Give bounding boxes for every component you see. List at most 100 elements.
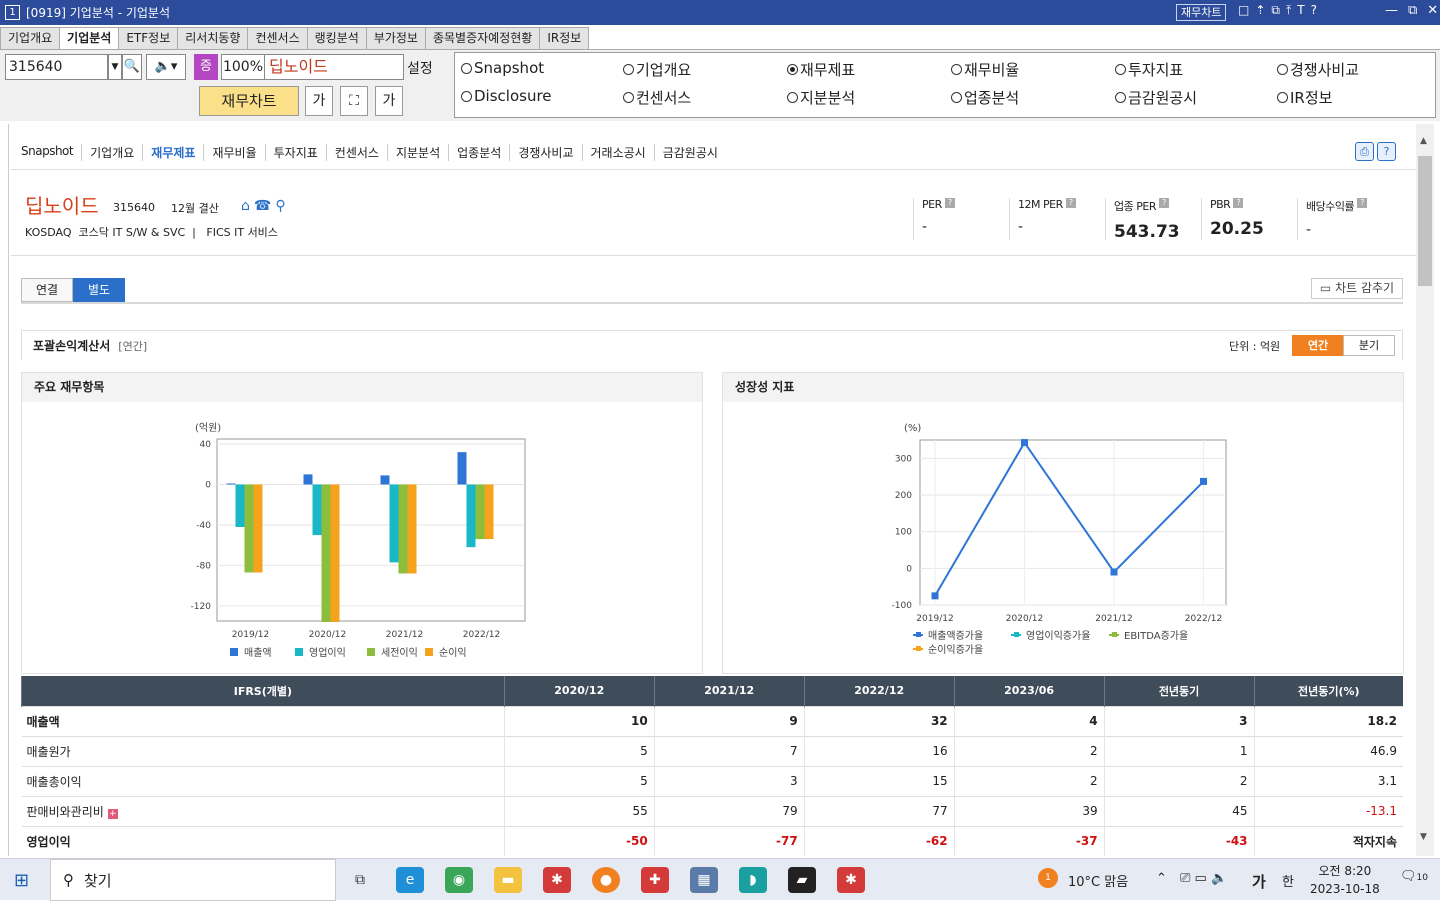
table-row[interactable]: 매출총이익 5 3 15 2 2 3.1 — [21, 765, 1403, 796]
windows-start-icon[interactable]: ⊞ — [14, 870, 29, 891]
app-icon[interactable]: ◗ — [739, 867, 767, 893]
app-icon[interactable]: ✚ — [641, 867, 669, 893]
tab-etf[interactable]: ETF정보 — [118, 27, 179, 49]
zoom-badge[interactable]: 증 — [194, 54, 218, 80]
radio-0[interactable]: Snapshot — [461, 59, 544, 77]
dock-icon[interactable]: □ — [1238, 3, 1249, 18]
help-icon[interactable]: ? — [1357, 198, 1368, 208]
chrome-icon[interactable]: ◉ — [445, 867, 473, 893]
kakao-icon[interactable]: ● — [592, 867, 620, 893]
sticky-notes-icon[interactable]: ▰ — [788, 867, 816, 893]
tab-company-overview[interactable]: 기업개요 — [0, 27, 61, 49]
tab-capital-increase[interactable]: 종목별증자예정현황 — [424, 27, 541, 49]
radio-4[interactable]: 투자지표 — [1115, 59, 1183, 80]
radio-6[interactable]: Disclosure — [461, 87, 552, 105]
scroll-thumb[interactable] — [1418, 156, 1432, 286]
home-icon[interactable]: ⌂ — [241, 198, 250, 214]
radio-8[interactable]: 지분분석 — [787, 87, 855, 108]
tray-arrow-icon[interactable]: ⌃ — [1156, 871, 1167, 886]
hide-chart-button[interactable]: ▭ 차트 감추기 — [1311, 278, 1403, 299]
weather-icon[interactable]: 1 — [1038, 868, 1058, 888]
zoom-level[interactable]: 100% — [221, 54, 265, 80]
help-icon[interactable]: ? — [1311, 3, 1317, 18]
subnav-item[interactable]: 컨센서스 — [327, 144, 388, 161]
minimize-icon[interactable]: — — [1385, 3, 1398, 18]
speaker-icon[interactable]: 🔈▾ — [146, 54, 186, 80]
table-row[interactable]: 영업이익 -50 -77 -62 -37 -43 적자지속 — [21, 825, 1403, 856]
hts-app-icon[interactable]: ✱ — [543, 867, 571, 893]
radio-10[interactable]: 금감원공시 — [1115, 87, 1197, 108]
tile-icon[interactable]: ⧉ — [1271, 3, 1280, 18]
subnav-item[interactable]: 재무비율 — [204, 144, 266, 161]
radio-3[interactable]: 재무비율 — [951, 59, 1019, 80]
language-indicator[interactable]: 한 — [1282, 871, 1294, 890]
radio-9[interactable]: 업종분석 — [951, 87, 1019, 108]
subnav-item[interactable]: 경쟁사비교 — [510, 144, 583, 161]
taskbar-search[interactable]: ⚲ 찾기 — [50, 859, 336, 901]
subnav-item[interactable]: 거래소공시 — [583, 144, 655, 161]
table-row[interactable]: 판매비와관리비 +55 79 77 39 45 -13.1 — [21, 795, 1403, 826]
scrollbar[interactable]: ▲ ▼ — [1416, 124, 1434, 856]
pin-icon[interactable]: ⇡ — [1255, 3, 1265, 18]
subnav-item[interactable]: Snapshot — [19, 144, 83, 161]
help-icon[interactable]: ? — [1158, 198, 1169, 208]
tab-ir[interactable]: IR정보 — [539, 27, 590, 49]
scroll-down-icon[interactable]: ▼ — [1420, 832, 1427, 842]
help-icon[interactable]: ? — [1377, 142, 1396, 161]
stock-code-input[interactable]: 315640 — [5, 54, 108, 80]
weather-text[interactable]: 10°C 맑음 — [1068, 871, 1128, 890]
search-icon[interactable]: 🔍 — [122, 54, 142, 80]
calculator-icon[interactable]: ▦ — [690, 867, 718, 893]
help-icon[interactable]: ? — [1233, 198, 1244, 208]
expand-icon[interactable]: + — [107, 808, 118, 819]
subnav-item[interactable]: 지분분석 — [388, 144, 450, 161]
financial-chart-badge[interactable]: 재무차트 — [1176, 4, 1227, 21]
font-size-up-button[interactable]: 가 — [375, 86, 403, 116]
hts-active-icon[interactable]: ✱ — [837, 867, 865, 893]
subnav-item[interactable]: 업종분석 — [449, 144, 511, 161]
financial-chart-button[interactable]: 재무차트 — [199, 86, 299, 116]
tab-research[interactable]: 리서치동향 — [177, 27, 249, 49]
subnav-item[interactable]: 기업개요 — [82, 144, 144, 161]
radio-2[interactable]: 재무제표 — [787, 59, 855, 80]
settings-button[interactable]: 설정 — [407, 58, 433, 78]
font-size-button[interactable]: 가 — [305, 86, 333, 116]
code-dropdown-icon[interactable]: ▼ — [108, 54, 122, 80]
clock[interactable]: 오전 8:20 2023-10-18 — [1310, 862, 1380, 898]
notification-icon[interactable]: 🗨10 — [1400, 869, 1428, 884]
stock-name-field[interactable]: 딥노이드 — [264, 54, 404, 80]
font-icon[interactable]: T — [1297, 3, 1304, 18]
explorer-icon[interactable]: ▬ — [494, 867, 522, 893]
subnav-item[interactable]: 금감원공시 — [655, 144, 726, 161]
table-row[interactable]: 매출원가 5 7 16 2 1 46.9 — [21, 735, 1403, 766]
ime-mode[interactable]: 가 — [1252, 871, 1266, 892]
subnav-item[interactable]: 재무제표 — [143, 144, 205, 161]
close-icon[interactable]: ✕ — [1427, 3, 1438, 18]
radio-11[interactable]: IR정보 — [1277, 87, 1332, 108]
table-row[interactable]: 매출액 10 9 32 4 3 18.2 — [21, 705, 1403, 736]
tab-annual[interactable]: 연간 — [1292, 335, 1344, 356]
tab-quarterly[interactable]: 분기 — [1343, 335, 1395, 356]
radio-5[interactable]: 경쟁사비교 — [1277, 59, 1359, 80]
fit-screen-icon[interactable]: ⛶ — [340, 86, 368, 116]
radio-1[interactable]: 기업개요 — [623, 59, 691, 80]
topmost-icon[interactable]: ⤒ — [1286, 3, 1291, 18]
tab-consolidated[interactable]: 연결 — [21, 278, 73, 302]
scroll-up-icon[interactable]: ▲ — [1420, 136, 1427, 146]
subnav-item[interactable]: 투자지표 — [266, 144, 327, 161]
edge-icon[interactable]: e — [396, 867, 424, 893]
help-icon[interactable]: ? — [1065, 198, 1076, 208]
tab-company-analysis[interactable]: 기업분석 — [59, 27, 120, 49]
tab-consensus[interactable]: 컨센서스 — [247, 27, 308, 49]
tab-separate[interactable]: 별도 — [73, 278, 125, 302]
tray-icons[interactable]: ⎚ ▭ 🔈 — [1180, 871, 1227, 886]
help-icon[interactable]: ? — [944, 198, 955, 208]
radio-7[interactable]: 컨센서스 — [623, 87, 691, 108]
tab-ranking[interactable]: 랭킹분석 — [306, 27, 367, 49]
print-icon[interactable]: ⎙ — [1355, 142, 1374, 161]
tab-extra[interactable]: 부가정보 — [365, 27, 426, 49]
task-view-icon[interactable]: ⧉ — [346, 867, 374, 893]
restore-icon[interactable]: ⧉ — [1408, 3, 1417, 18]
phone-icon[interactable]: ☎ — [254, 198, 271, 214]
location-icon[interactable]: ⚲ — [275, 198, 285, 214]
